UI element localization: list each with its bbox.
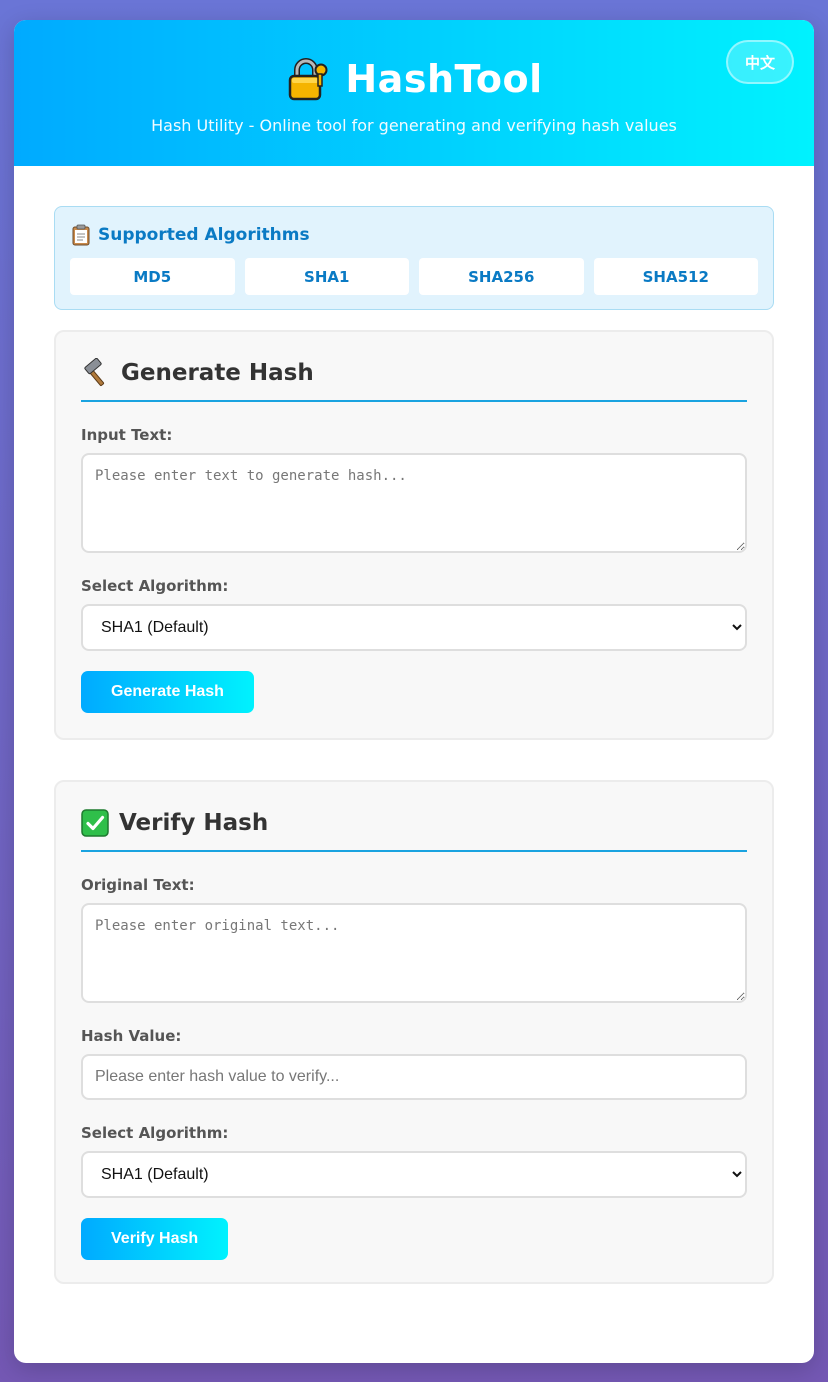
app-title: HashTool	[345, 57, 543, 101]
input-text-field[interactable]	[81, 453, 747, 553]
algorithm-chip-sha1: SHA1	[244, 258, 409, 295]
title-row: HashTool	[14, 56, 814, 102]
content: Supported Algorithms MD5 SHA1 SHA256 SHA…	[14, 166, 814, 1284]
app-subtitle: Hash Utility - Online tool for generatin…	[151, 116, 677, 135]
original-text-field[interactable]	[81, 903, 747, 1003]
hash-value-label: Hash Value:	[81, 1027, 182, 1045]
verify-hash-title: Verify Hash	[119, 810, 269, 836]
main-card: 中文 HashTool Hash Utility - Online tool f…	[14, 20, 814, 1363]
verify-hash-button[interactable]: Verify Hash	[81, 1218, 229, 1260]
clipboard-icon	[70, 224, 92, 246]
hash-value-input[interactable]	[81, 1054, 747, 1100]
verify-algorithm-label: Select Algorithm:	[81, 1124, 229, 1142]
generate-algorithm-select[interactable]: SHA1 (Default)	[81, 604, 747, 651]
lock-with-key-icon	[285, 56, 331, 102]
supported-algorithms-title: Supported Algorithms	[98, 225, 310, 245]
supported-algorithms-panel: Supported Algorithms MD5 SHA1 SHA256 SHA…	[54, 206, 774, 310]
generate-hash-section: Generate Hash Input Text: Select Algorit…	[54, 330, 774, 740]
hammer-icon	[81, 358, 111, 388]
original-text-label: Original Text:	[81, 876, 195, 894]
algorithm-chip-md5: MD5	[70, 258, 235, 295]
generate-hash-title: Generate Hash	[121, 360, 314, 386]
verify-hash-section: Verify Hash Original Text: Hash Value: S…	[54, 780, 774, 1284]
header: 中文 HashTool Hash Utility - Online tool f…	[14, 20, 814, 166]
verify-hash-heading: Verify Hash	[81, 806, 747, 852]
check-mark-icon	[81, 809, 109, 837]
algorithm-chip-sha256: SHA256	[419, 258, 584, 295]
generate-hash-button[interactable]: Generate Hash	[81, 671, 254, 713]
supported-algorithms-heading: Supported Algorithms	[70, 223, 758, 247]
generate-algorithm-label: Select Algorithm:	[81, 577, 229, 595]
algorithm-list: MD5 SHA1 SHA256 SHA512	[70, 258, 758, 295]
input-text-label: Input Text:	[81, 426, 173, 444]
verify-algorithm-select[interactable]: SHA1 (Default)	[81, 1151, 747, 1198]
algorithm-chip-sha512: SHA512	[593, 258, 758, 295]
generate-hash-heading: Generate Hash	[81, 356, 747, 402]
